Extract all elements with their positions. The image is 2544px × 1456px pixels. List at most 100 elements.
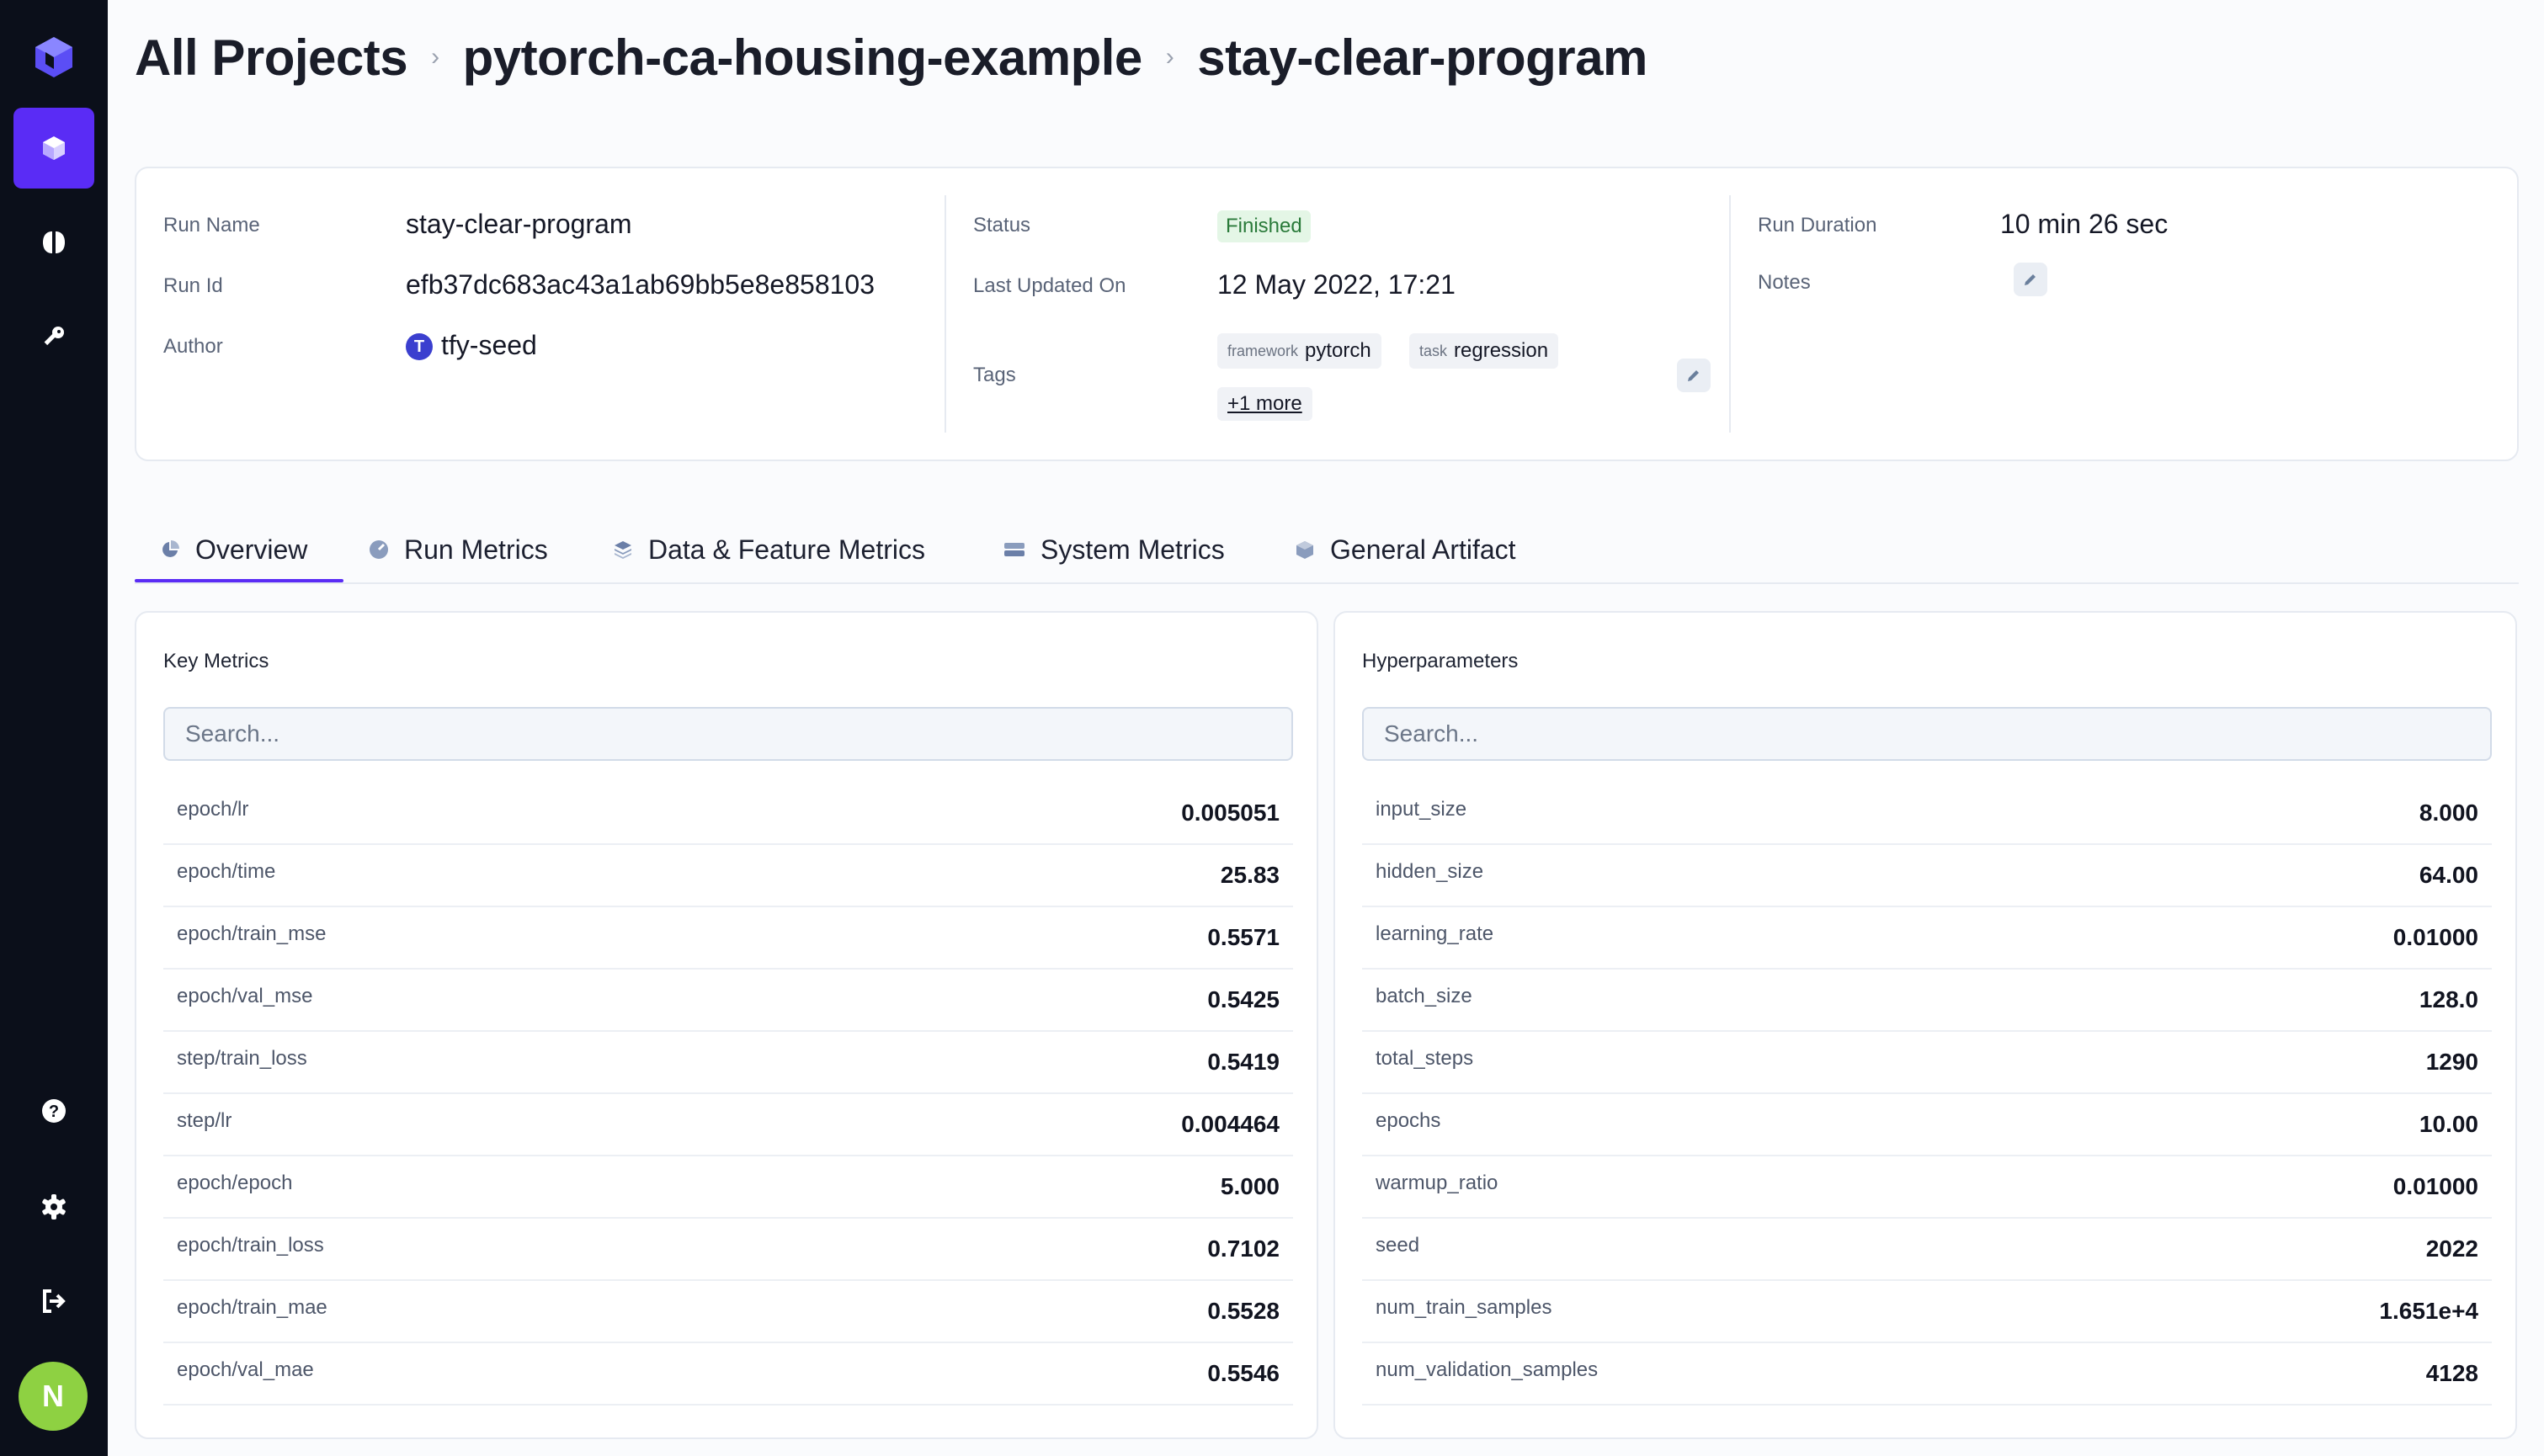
nav-projects-button[interactable] <box>13 108 94 189</box>
more-tags-link[interactable]: +1 more <box>1217 387 1312 421</box>
metric-value: 0.5571 <box>1207 924 1280 950</box>
tags-label: Tags <box>973 364 1016 386</box>
key-icon <box>44 327 64 346</box>
layers-icon <box>615 541 631 559</box>
cube-icon <box>43 136 65 160</box>
metric-key: epoch/val_mae <box>177 1358 314 1381</box>
nav-secrets-button[interactable] <box>13 296 94 377</box>
key-metrics-title: Key Metrics <box>163 650 269 672</box>
run-id-label: Run Id <box>163 274 223 297</box>
tag-chip: framework pytorch <box>1217 333 1381 369</box>
active-tab-indicator <box>135 579 343 582</box>
metric-value: 0.004464 <box>1181 1111 1280 1137</box>
breadcrumb-run: stay-clear-program <box>1197 29 1647 86</box>
hyperparameter-row: num_train_samples 1.651e+4 <box>1362 1281 2492 1343</box>
notes-label: Notes <box>1758 271 1811 294</box>
run-duration-label: Run Duration <box>1758 214 1877 236</box>
logout-icon <box>43 1289 66 1313</box>
hyperparameter-key: batch_size <box>1376 985 1472 1007</box>
column-divider <box>1729 195 1731 433</box>
hyperparameter-value: 0.01000 <box>2392 1173 2478 1199</box>
tab-label: Overview <box>195 534 308 565</box>
metric-row: step/train_loss 0.5419 <box>163 1032 1293 1094</box>
hyperparameter-key: learning_rate <box>1376 922 1494 945</box>
hyperparameter-value: 64.00 <box>2419 862 2478 888</box>
last-updated-label: Last Updated On <box>973 274 1126 297</box>
metric-key: epoch/train_mse <box>177 922 327 945</box>
metric-key: step/train_loss <box>177 1047 307 1070</box>
tab-run-metrics[interactable]: Run Metrics <box>369 515 548 584</box>
hyperparameter-key: epochs <box>1376 1109 1441 1132</box>
tab-overview[interactable]: Overview <box>160 515 307 584</box>
metric-row: step/lr 0.004464 <box>163 1094 1293 1156</box>
tab-data-feature-metrics[interactable]: Data & Feature Metrics <box>613 515 925 584</box>
hyperparameter-value: 0.01000 <box>2392 924 2478 950</box>
metric-value: 0.5419 <box>1207 1049 1280 1075</box>
hyperparameters-search-input[interactable] <box>1362 707 2492 761</box>
help-button[interactable]: ? <box>13 1071 94 1151</box>
hyperparameter-value: 8.000 <box>2419 800 2478 826</box>
chevron-right-icon: › <box>1165 43 1174 71</box>
tab-label: System Metrics <box>1040 534 1225 565</box>
tab-general-artifact[interactable]: General Artifact <box>1295 515 1516 584</box>
hyperparameter-row: learning_rate 0.01000 <box>1362 907 2492 970</box>
hyperparameter-key: input_size <box>1376 798 1467 821</box>
brain-icon <box>43 231 65 253</box>
hyperparameter-value: 1290 <box>2425 1049 2478 1075</box>
logo-icon[interactable] <box>13 17 94 98</box>
nav-models-button[interactable] <box>13 202 94 283</box>
hyperparameter-row: epochs 10.00 <box>1362 1094 2492 1156</box>
hyperparameter-key: hidden_size <box>1376 860 1484 883</box>
hyperparameter-value: 4128 <box>2425 1360 2478 1386</box>
metric-key: epoch/epoch <box>177 1172 293 1194</box>
box-icon <box>1296 541 1313 559</box>
pie-chart-icon <box>162 540 179 557</box>
metric-row: epoch/train_loss 0.7102 <box>163 1219 1293 1281</box>
run-info-card: Run Name stay-clear-program Run Id efb37… <box>135 167 2519 461</box>
hyperparameter-row: input_size 8.000 <box>1362 783 2492 845</box>
run-tabs: Overview Run Metrics Data & Feature Metr… <box>135 515 2519 584</box>
hyperparameter-row: total_steps 1290 <box>1362 1032 2492 1094</box>
key-metrics-panel: Key Metrics epoch/lr 0.005051 epoch/time 25… <box>135 611 1318 1439</box>
pencil-icon <box>2025 274 2036 285</box>
hyperparameter-row: num_validation_samples 4128 <box>1362 1343 2492 1406</box>
key-metrics-search-input[interactable] <box>163 707 1293 761</box>
hyperparameter-key: total_steps <box>1376 1047 1474 1070</box>
metric-row: epoch/val_mse 0.5425 <box>163 970 1293 1032</box>
last-updated-value: 12 May 2022, 17:21 <box>1217 269 1456 300</box>
hyperparameter-row: batch_size 128.0 <box>1362 970 2492 1032</box>
metric-value: 0.5528 <box>1207 1298 1280 1324</box>
edit-tags-button[interactable] <box>1677 359 1711 392</box>
run-duration-value: 10 min 26 sec <box>2000 209 2169 239</box>
gear-icon <box>42 1194 66 1220</box>
metric-key: epoch/train_loss <box>177 1234 324 1257</box>
settings-button[interactable] <box>13 1166 94 1247</box>
metric-row: epoch/lr 0.005051 <box>163 783 1293 845</box>
hyperparameters-title: Hyperparameters <box>1362 650 1519 672</box>
breadcrumb: All Projects › pytorch-ca-housing-exampl… <box>135 24 1647 91</box>
hyperparameter-value: 128.0 <box>2419 986 2478 1012</box>
edit-notes-button[interactable] <box>2014 263 2047 296</box>
metric-row: epoch/train_mae 0.5528 <box>163 1281 1293 1343</box>
column-divider <box>945 195 946 433</box>
hyperparameter-key: num_validation_samples <box>1376 1358 1599 1381</box>
gauge-icon <box>370 540 388 559</box>
metric-key: step/lr <box>177 1109 232 1132</box>
tag-key: task <box>1419 342 1448 359</box>
metric-row: epoch/epoch 5.000 <box>163 1156 1293 1219</box>
metric-key: epoch/val_mse <box>177 985 313 1007</box>
logout-button[interactable] <box>13 1261 94 1342</box>
metric-value: 0.7102 <box>1207 1235 1280 1262</box>
run-id-value: efb37dc683ac43a1ab69bb5e8e858103 <box>406 269 875 300</box>
metric-value: 5.000 <box>1220 1173 1280 1199</box>
breadcrumb-all-projects[interactable]: All Projects <box>135 29 408 87</box>
status-badge: Finished <box>1217 210 1311 242</box>
run-name-value: stay-clear-program <box>406 209 632 239</box>
chevron-right-icon: › <box>431 43 439 71</box>
author-label: Author <box>163 335 223 358</box>
hyperparameter-key: warmup_ratio <box>1376 1172 1498 1194</box>
breadcrumb-project[interactable]: pytorch-ca-housing-example <box>463 29 1143 87</box>
user-avatar[interactable]: N <box>19 1362 88 1431</box>
tab-system-metrics[interactable]: System Metrics <box>1003 515 1225 584</box>
hyperparameter-value: 2022 <box>2425 1235 2478 1262</box>
